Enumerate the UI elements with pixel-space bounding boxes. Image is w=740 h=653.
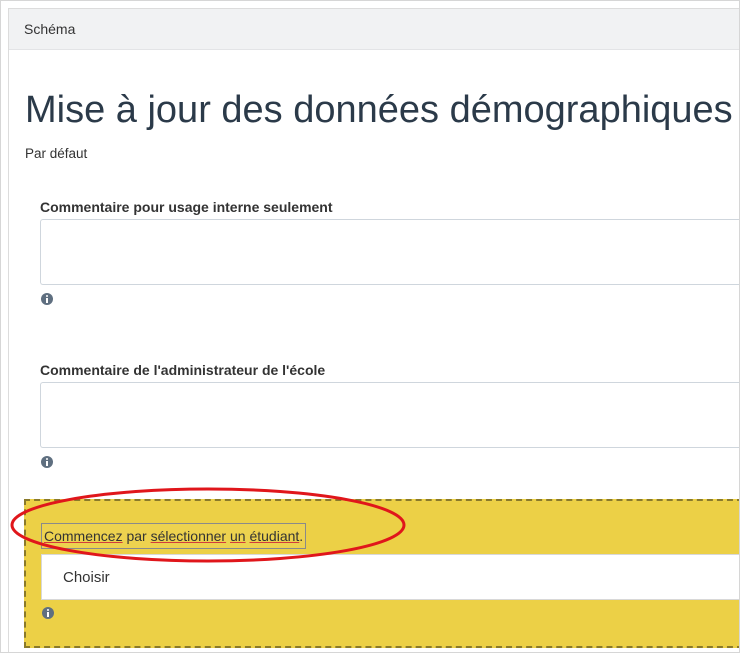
page-title: Mise à jour des données démographiques xyxy=(25,89,733,131)
label-word: un xyxy=(230,528,246,544)
page-subtitle: Par défaut xyxy=(25,146,88,161)
label-word: Commencez xyxy=(44,528,123,544)
admin-comment-input[interactable] xyxy=(40,382,739,448)
student-selection-label: Commencez par sélectionner un étudiant. xyxy=(41,523,307,549)
label-word: sélectionner xyxy=(150,528,227,544)
label-word: étudiant xyxy=(249,528,300,544)
form-panel: Schéma Mise à jour des données démograph… xyxy=(8,8,739,652)
window-frame: Schéma Mise à jour des données démograph… xyxy=(0,0,740,653)
header-title: Schéma xyxy=(24,21,76,37)
header-bar: Schéma xyxy=(9,9,739,50)
internal-comment-input[interactable] xyxy=(40,219,739,285)
student-select-value: Choisir xyxy=(63,569,110,586)
info-icon[interactable] xyxy=(42,607,54,619)
student-select[interactable]: Choisir xyxy=(41,554,739,600)
info-icon[interactable] xyxy=(41,293,53,305)
student-selection-section: Commencez par sélectionner un étudiant. … xyxy=(24,499,739,648)
internal-comment-label: Commentaire pour usage interne seulement xyxy=(40,199,333,215)
label-word: par xyxy=(122,528,151,544)
admin-comment-label: Commentaire de l'administrateur de l'éco… xyxy=(40,362,326,378)
info-icon[interactable] xyxy=(41,456,53,468)
label-word: . xyxy=(299,528,304,544)
